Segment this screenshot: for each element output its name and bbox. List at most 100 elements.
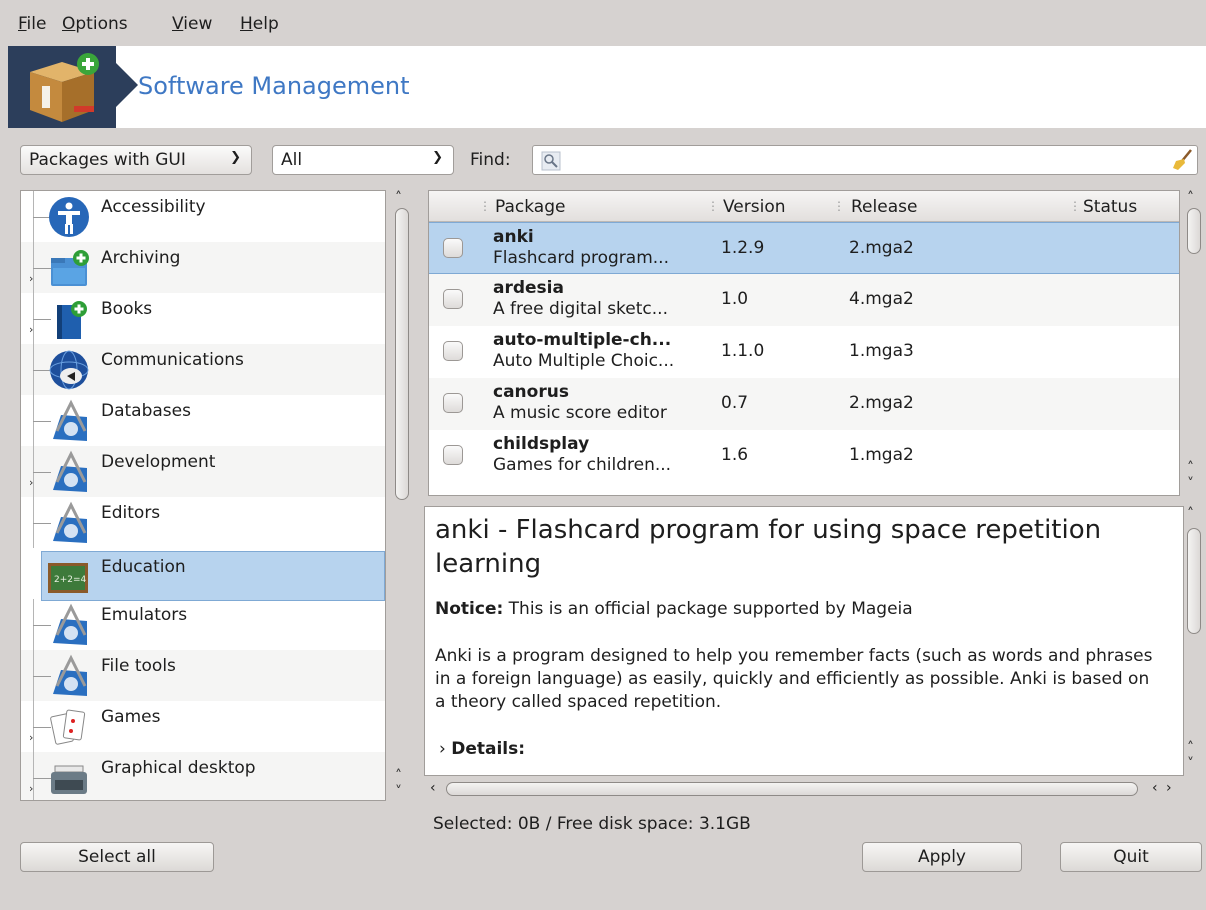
- column-header-version[interactable]: Version: [723, 197, 786, 217]
- expand-arrow-icon[interactable]: ›: [29, 476, 33, 489]
- accessibility-icon: [49, 197, 89, 237]
- column-separator: ⋮: [707, 199, 719, 213]
- archive-folder-icon: [51, 250, 89, 286]
- notice-label: Notice:: [435, 599, 504, 619]
- notice-text: This is an official package supported by…: [503, 599, 913, 619]
- category-label: Accessibility: [101, 197, 206, 217]
- find-label: Find:: [470, 150, 511, 170]
- menu-file[interactable]: File: [18, 14, 46, 34]
- scroll-down-icon[interactable]: ˅: [395, 785, 402, 799]
- description-notice: Notice: This is an official package supp…: [435, 599, 913, 619]
- select-all-button[interactable]: Select all: [20, 842, 214, 872]
- package-name: anki: [493, 227, 534, 247]
- scroll-left-icon[interactable]: ‹: [430, 780, 436, 796]
- typewriter-icon: [51, 765, 87, 794]
- scroll-up-icon[interactable]: ˄: [1187, 741, 1194, 755]
- broom-icon[interactable]: [1171, 148, 1195, 172]
- package-state-select[interactable]: All ❯: [272, 145, 454, 175]
- column-separator: ⋮: [833, 199, 845, 213]
- expand-arrow-icon[interactable]: ›: [29, 782, 33, 795]
- development-icon: [53, 501, 87, 543]
- search-input[interactable]: [532, 145, 1198, 175]
- expand-arrow-icon[interactable]: ›: [29, 272, 33, 285]
- category-scrollbar[interactable]: ˄ ˄ ˅: [392, 190, 414, 801]
- package-checkbox[interactable]: [443, 393, 463, 413]
- category-item-communications[interactable]: Communications: [21, 344, 385, 395]
- package-state-value: All: [281, 150, 303, 170]
- expand-arrow-icon[interactable]: ›: [29, 731, 33, 744]
- package-release: 1.mga2: [849, 445, 914, 465]
- package-row[interactable]: childsplay Games for children... 1.6 1.m…: [429, 430, 1179, 482]
- book-icon: [57, 301, 87, 339]
- category-tree[interactable]: Accessibility › Archiving › Books Commun…: [20, 190, 386, 801]
- chevron-right-icon: ›: [439, 739, 452, 759]
- quit-button[interactable]: Quit: [1060, 842, 1202, 872]
- category-item-accessibility[interactable]: Accessibility: [21, 191, 385, 242]
- category-item-games[interactable]: › Games: [21, 701, 385, 752]
- package-checkbox[interactable]: [443, 445, 463, 465]
- playing-cards-icon: [50, 709, 86, 745]
- scroll-down-icon[interactable]: ˅: [1187, 477, 1194, 491]
- package-row[interactable]: auto-multiple-ch... Auto Multiple Choic.…: [429, 326, 1179, 378]
- menu-help[interactable]: Help: [240, 14, 279, 34]
- category-item-emulators[interactable]: Emulators: [21, 599, 385, 650]
- category-item-education[interactable]: 2+2=4 Education: [41, 551, 385, 601]
- category-item-books[interactable]: › Books: [21, 293, 385, 344]
- development-icon: [53, 450, 87, 492]
- chalkboard-icon: 2+2=4: [48, 563, 88, 593]
- category-label: Education: [101, 557, 186, 577]
- category-item-editors[interactable]: Editors: [21, 497, 385, 548]
- category-item-graphical-desktop[interactable]: › Graphical desktop: [21, 752, 385, 800]
- package-summary: Games for children...: [493, 455, 672, 475]
- scroll-up-icon[interactable]: ˄: [395, 191, 402, 205]
- package-row[interactable]: canorus A music score editor 0.7 2.mga2: [429, 378, 1179, 430]
- column-header-status[interactable]: Status: [1083, 197, 1137, 217]
- package-summary: Flashcard program...: [493, 248, 669, 268]
- package-row[interactable]: ardesia A free digital sketc... 1.0 4.mg…: [429, 274, 1179, 326]
- menu-bar: File Options View Help: [0, 0, 1206, 44]
- scroll-up-icon[interactable]: ˄: [1187, 461, 1194, 475]
- apply-button[interactable]: Apply: [862, 842, 1022, 872]
- app-title: Software Management: [138, 72, 410, 100]
- scroll-up-icon[interactable]: ˄: [1187, 507, 1194, 521]
- package-release: 2.mga2: [849, 238, 914, 258]
- category-label: Games: [101, 707, 161, 727]
- package-checkbox[interactable]: [443, 341, 463, 361]
- package-checkbox[interactable]: [443, 289, 463, 309]
- chevron-down-icon: ❯: [230, 150, 241, 165]
- category-label: Databases: [101, 401, 191, 421]
- category-item-archiving[interactable]: › Archiving: [21, 242, 385, 293]
- package-release: 4.mga2: [849, 289, 914, 309]
- scroll-left-icon[interactable]: ‹: [1152, 780, 1158, 796]
- package-version: 1.2.9: [721, 238, 765, 258]
- package-list-scroll-thumb[interactable]: [1187, 208, 1201, 254]
- column-header-package[interactable]: Package: [495, 197, 565, 217]
- banner-icon-box: [8, 46, 116, 128]
- details-expander[interactable]: › Details:: [439, 739, 525, 759]
- scroll-up-icon[interactable]: ˄: [395, 769, 402, 783]
- category-item-file-tools[interactable]: File tools: [21, 650, 385, 701]
- menu-view[interactable]: View: [172, 14, 212, 34]
- scroll-up-icon[interactable]: ˄: [1187, 191, 1194, 205]
- package-version: 1.6: [721, 445, 749, 465]
- expand-arrow-icon[interactable]: ›: [29, 323, 33, 336]
- package-checkbox[interactable]: [443, 238, 463, 258]
- horizontal-scroll-thumb[interactable]: [446, 782, 1138, 796]
- menu-options[interactable]: Options: [62, 14, 128, 34]
- package-list-scrollbar[interactable]: ˄ ˄ ˅: [1184, 190, 1206, 496]
- description-scrollbar[interactable]: ˄ ˄ ˅: [1184, 506, 1206, 776]
- package-type-select[interactable]: Packages with GUI ❯: [20, 145, 252, 175]
- category-item-development[interactable]: › Development: [21, 446, 385, 497]
- development-icon: [53, 603, 87, 645]
- scroll-down-icon[interactable]: ˅: [1187, 757, 1194, 771]
- category-scroll-thumb[interactable]: [395, 208, 409, 500]
- package-list[interactable]: ⋮ Package ⋮ Version ⋮ Release ⋮ Status a…: [428, 190, 1180, 496]
- description-horizontal-scrollbar[interactable]: ‹ ‹ ›: [424, 778, 1184, 800]
- category-item-databases[interactable]: Databases: [21, 395, 385, 446]
- column-header-release[interactable]: Release: [851, 197, 917, 217]
- details-label: Details:: [451, 739, 526, 759]
- description-scroll-thumb[interactable]: [1187, 528, 1201, 634]
- development-icon: [53, 399, 87, 441]
- package-row[interactable]: anki Flashcard program... 1.2.9 2.mga2: [429, 222, 1179, 274]
- scroll-right-icon[interactable]: ›: [1166, 780, 1172, 796]
